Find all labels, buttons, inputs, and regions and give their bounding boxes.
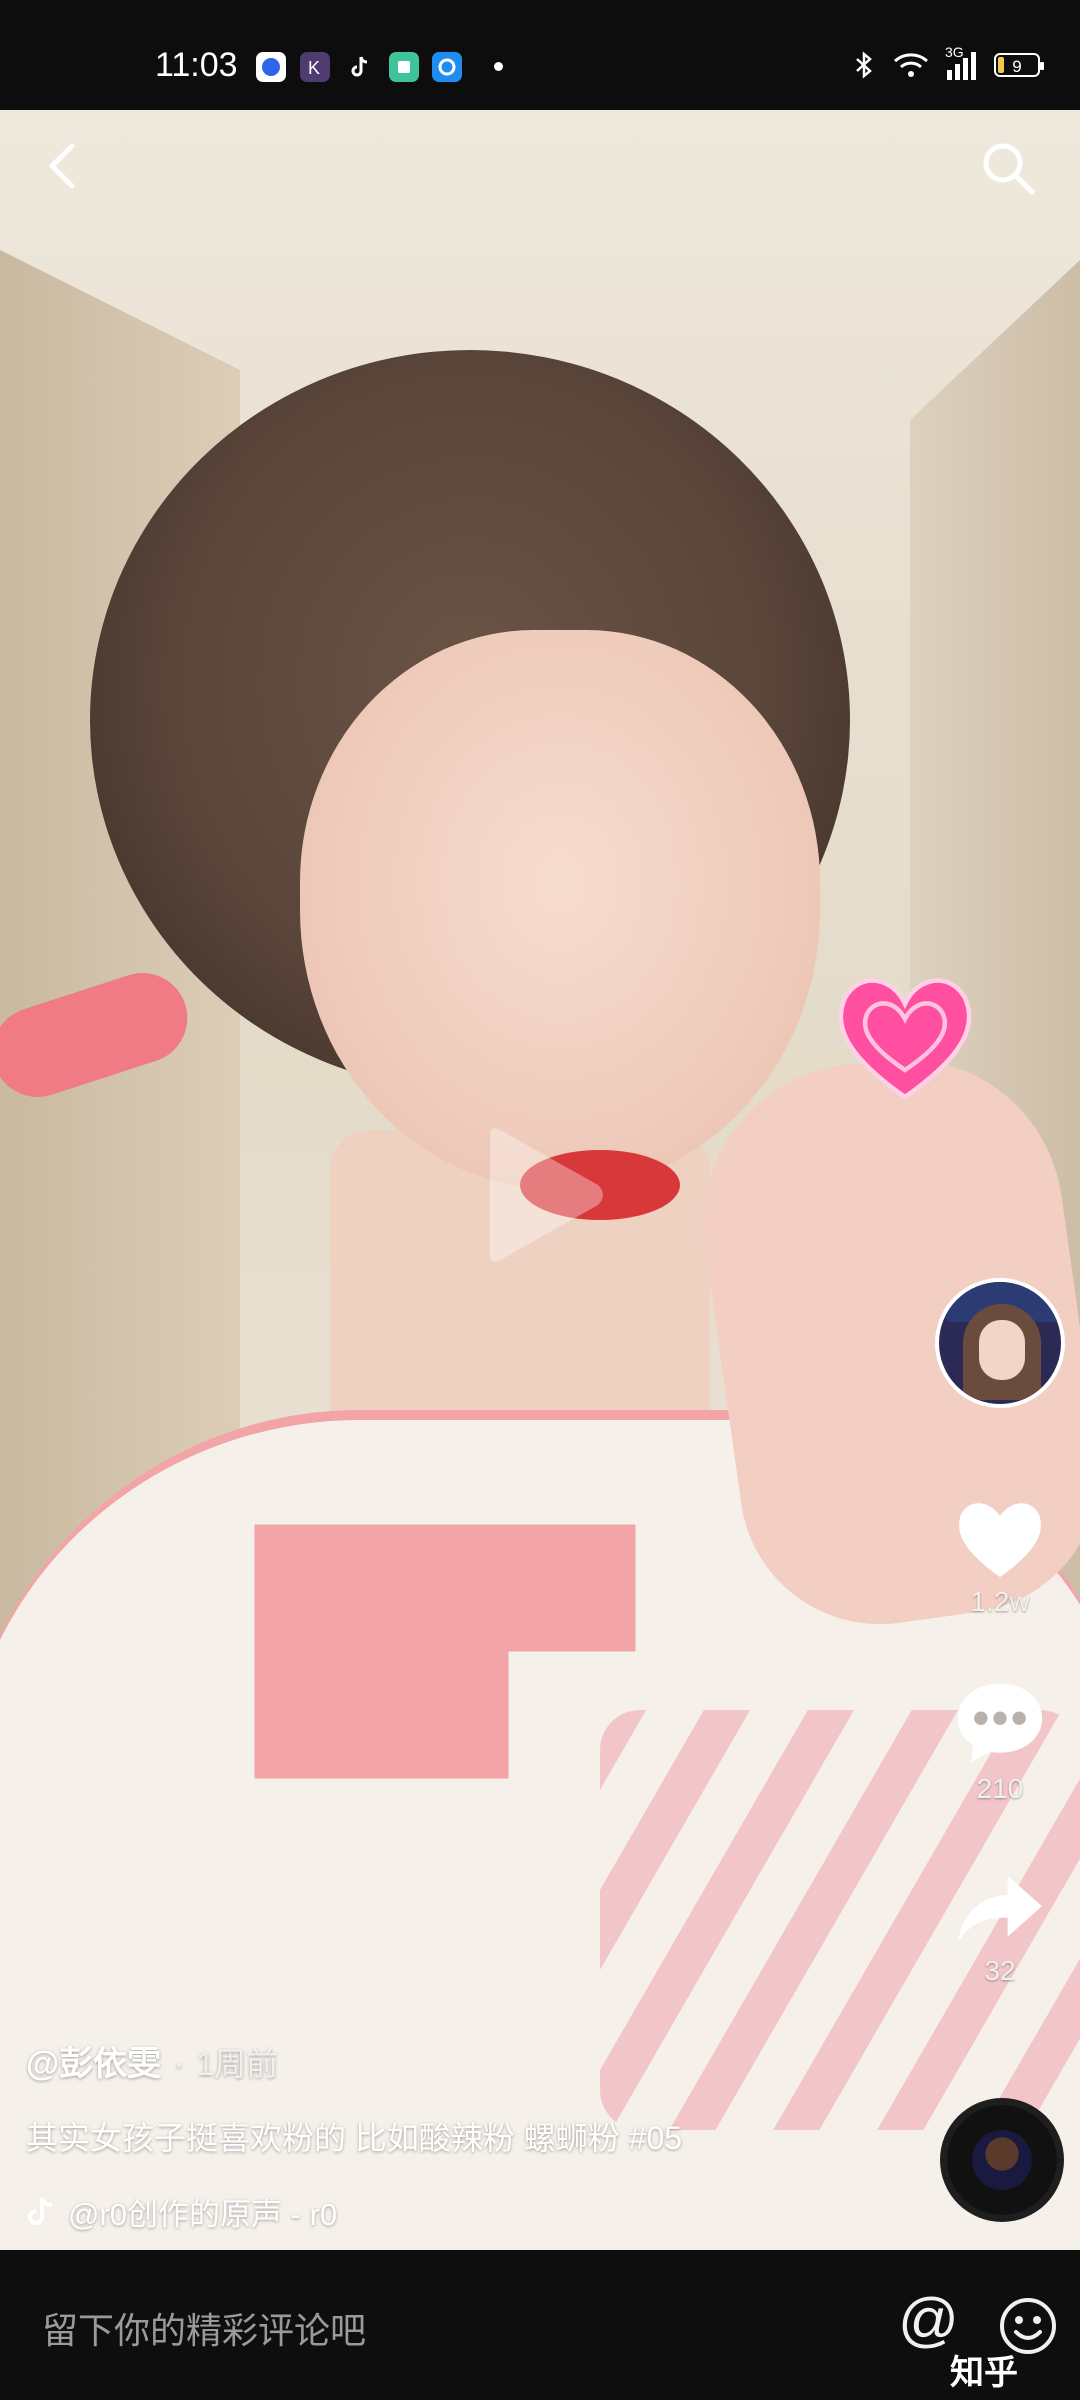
music-disc[interactable] [940,2098,1064,2222]
heart-emoji-sticker [838,978,972,1100]
more-notifications-dot [494,62,503,71]
status-indicators: 3G 9 [853,44,1044,80]
status-bar: 11:03 K 3G 9 [0,0,1080,110]
back-button[interactable] [40,140,84,192]
svg-text:K: K [308,58,320,78]
comment-count: 210 [976,1773,1024,1804]
comment-button[interactable]: 210 [945,1678,1055,1805]
bluetooth-icon [856,51,872,79]
share-count: 32 [984,1955,1016,1986]
baidu-app-icon [256,52,286,82]
qq-browser-app-icon [432,52,462,82]
comment-icon [957,1683,1043,1763]
like-button[interactable]: 1.2w [945,1495,1055,1618]
tiktok-app-icon [345,52,375,82]
video-player[interactable] [0,110,1080,2250]
music-info[interactable]: @r0创作的原声 - r0 [26,2189,906,2234]
music-title: @r0创作的原声 - r0 [68,2197,338,2232]
zhihu-watermark: 知乎 [950,2354,1018,2392]
share-button[interactable]: 32 [945,1870,1055,1987]
network-type: 3G [945,44,964,60]
comment-input[interactable]: 留下你的精彩评论吧 [42,2302,366,2354]
video-info: @彭依雯 · 1周前 其实女孩子挺喜欢粉的 比如酸辣粉 螺蛳粉 #05 @r0创… [26,2036,906,2234]
author-line: @彭依雯 · 1周前 [26,2036,906,2085]
video-subject-face [300,630,820,1190]
comment-bar: 留下你的精彩评论吧 @ 知乎 [0,2250,1080,2400]
search-button[interactable] [978,138,1038,198]
mention-button[interactable]: @ [898,2290,959,2350]
wechat-app-icon [389,52,419,82]
signal-icon: 3G [945,44,976,80]
video-caption[interactable]: 其实女孩子挺喜欢粉的 比如酸辣粉 螺蛳粉 #05 [26,2113,906,2159]
wifi-icon [894,53,928,77]
author-name[interactable]: @彭依雯 [26,2036,161,2085]
author-avatar[interactable] [935,1278,1065,1408]
battery-level: 9 [1012,57,1022,76]
music-note-icon [28,2196,53,2225]
post-time: 1周前 [196,2046,279,2082]
separator: · [173,2045,185,2083]
heart-icon [959,1503,1041,1578]
kuaishou-app-icon: K [300,52,330,82]
like-count: 1.2w [970,1586,1030,1617]
status-time: 11:03 [155,46,238,84]
battery-icon: 9 [994,53,1044,77]
music-cover [972,2130,1032,2190]
share-icon [958,1875,1042,1943]
play-icon[interactable] [470,1120,610,1270]
